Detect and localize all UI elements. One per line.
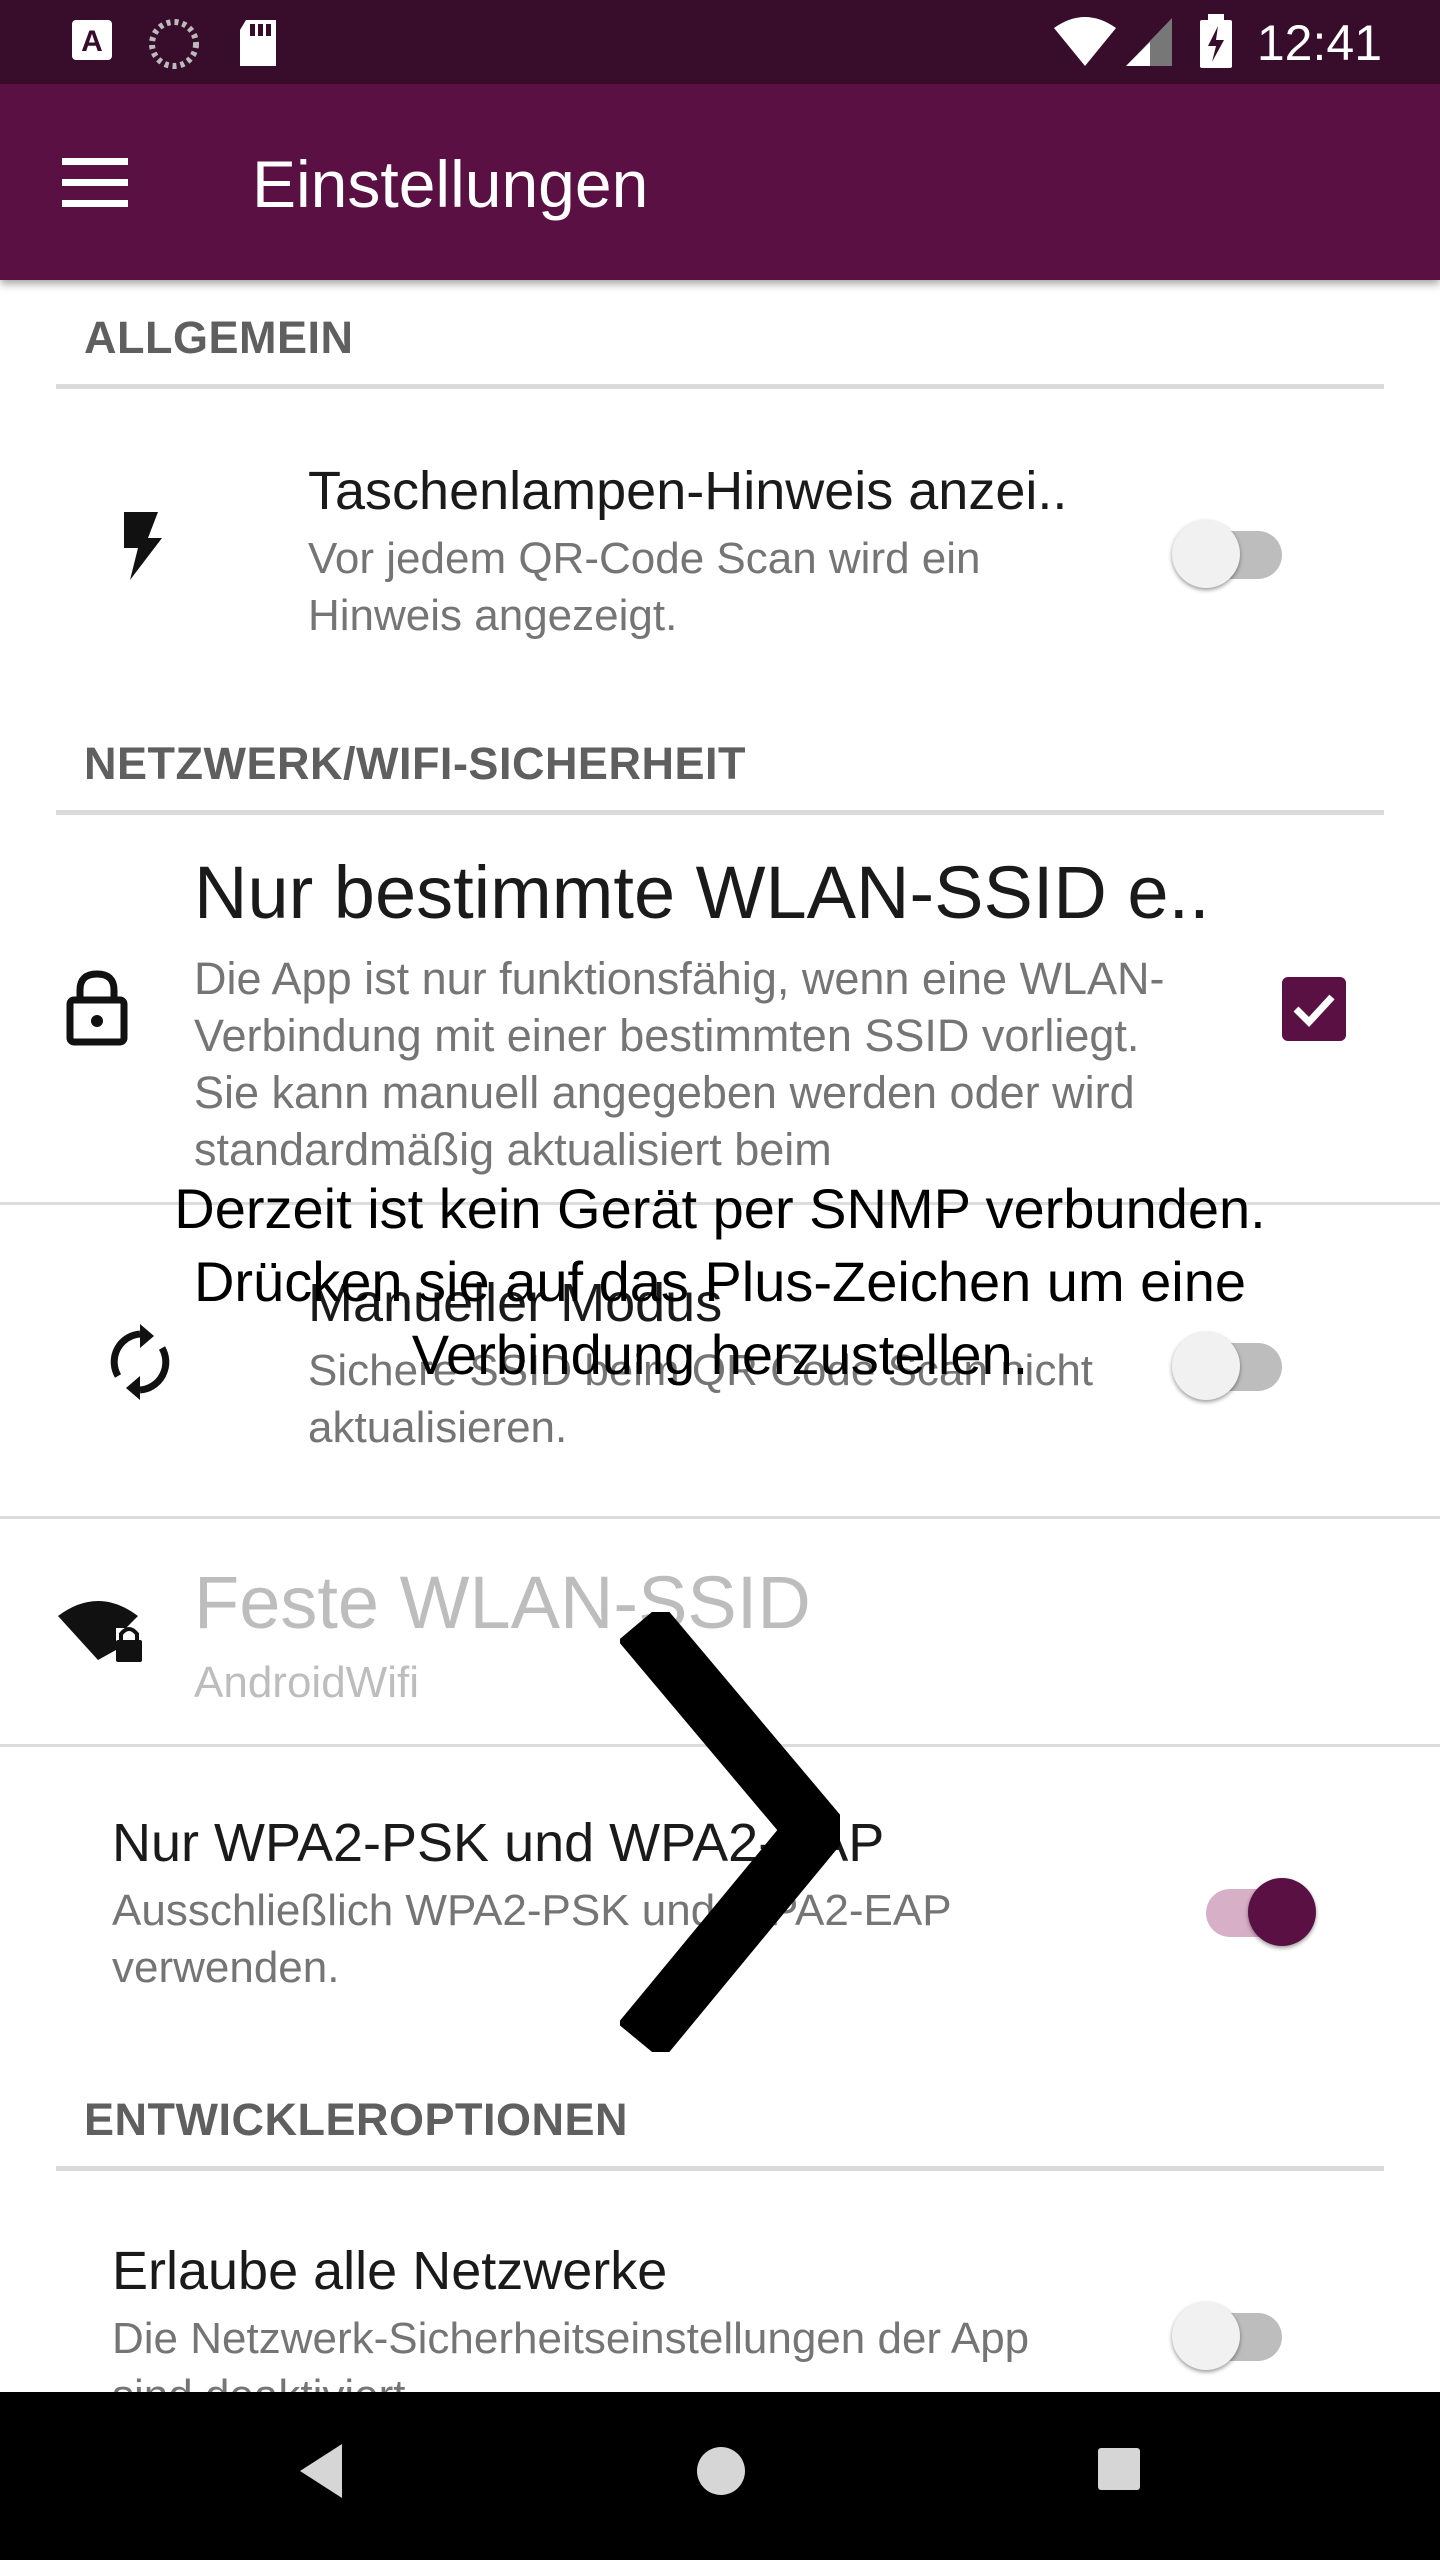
divider — [0, 1516, 1440, 1519]
pref-title: Taschenlampen-Hinweis anzei.. — [308, 461, 1068, 521]
pref-title: Erlaube alle Netzwerke — [112, 2241, 668, 2301]
hamburger-menu-icon[interactable] — [62, 158, 132, 208]
wifi-icon — [1052, 16, 1118, 73]
section-header-general: ALLGEMEIN — [84, 312, 354, 363]
divider — [56, 810, 1384, 815]
pref-summary: Vor jedem QR-Code Scan wird ein Hinweis … — [308, 534, 981, 640]
lock-icon — [66, 970, 128, 1051]
page-title: Einstellungen — [252, 147, 649, 221]
allow-all-networks-toggle[interactable] — [1172, 2290, 1292, 2370]
status-time: 12:41 — [1256, 15, 1382, 71]
signal-icon — [1124, 16, 1174, 73]
pref-title: Nur bestimmte WLAN-SSID e.. — [194, 851, 1210, 934]
pref-summary: Ausschließlich WPA2-PSK und WPA2-EAP ver… — [112, 1886, 951, 1992]
no-device-message: Derzeit ist kein Gerät per SNMP verbunde… — [174, 1177, 1266, 1386]
home-icon[interactable] — [694, 2444, 748, 2503]
svg-text:A: A — [81, 25, 103, 58]
status-bar: A 12:41 — [0, 0, 1440, 84]
section-header-network: NETZWERK/WIFI-SICHERHEIT — [84, 738, 746, 789]
section-header-developer: ENTWICKLEROPTIONEN — [84, 2094, 628, 2145]
battery-charging-icon — [1198, 14, 1234, 75]
ssid-only-checkbox[interactable] — [1282, 977, 1346, 1041]
navigation-bar — [0, 2392, 1440, 2560]
pref-summary: AndroidWifi — [194, 1658, 419, 1707]
sd-card-icon — [236, 18, 280, 73]
wpa2-only-toggle[interactable] — [1196, 1866, 1316, 1946]
loading-icon — [148, 18, 200, 75]
a-notification-icon: A — [70, 18, 114, 67]
pref-summary: Die Netzwerk-Sicherheitseinstellungen de… — [112, 2314, 1030, 2392]
divider — [56, 2166, 1384, 2171]
recents-icon[interactable] — [1096, 2446, 1142, 2497]
back-icon[interactable] — [296, 2442, 346, 2505]
divider — [56, 384, 1384, 389]
flashlight-hint-toggle[interactable] — [1172, 508, 1292, 588]
chevron-right-icon[interactable] — [617, 1603, 853, 2061]
app-bar: Einstellungen — [0, 84, 1440, 280]
flash-icon — [118, 510, 164, 587]
pref-summary: Die App ist nur funktionsfähig, wenn ein… — [194, 953, 1165, 1175]
wifi-lock-icon — [56, 1590, 146, 1671]
